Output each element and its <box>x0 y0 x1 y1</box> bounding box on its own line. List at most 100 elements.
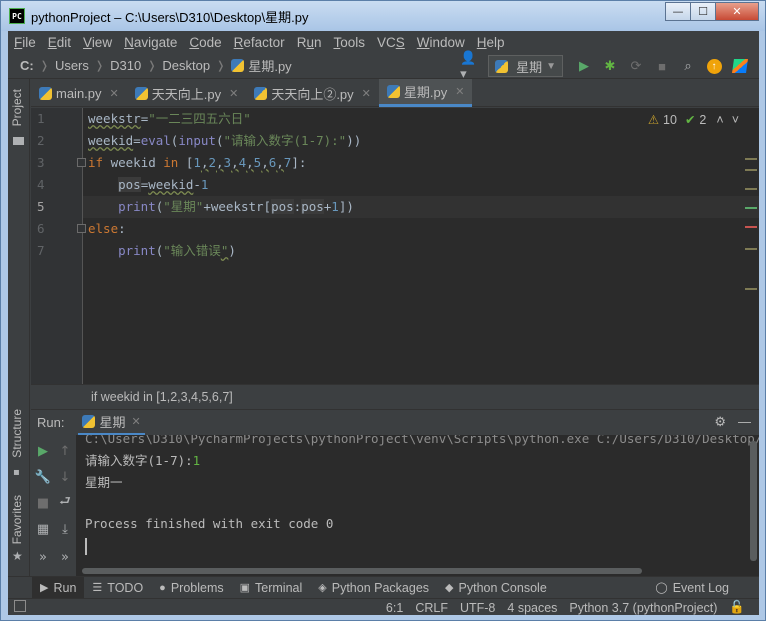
jetbrains-toolbox-icon[interactable] <box>729 55 751 77</box>
update-icon[interactable]: ↑ <box>703 55 725 77</box>
tool-tab-problems[interactable]: ● Problems <box>151 577 231 599</box>
tool-tab-event-log[interactable]: ◯ Event Log <box>647 577 737 599</box>
user-icon[interactable]: 👤▾ <box>460 50 482 81</box>
tab-xingqi-py[interactable]: 星期.py ✕ <box>378 79 473 107</box>
chevron-down-icon[interactable]: ˅ <box>732 113 739 127</box>
menu-file[interactable]: File <box>8 35 42 50</box>
favorites-tool-tab[interactable]: Favorites <box>10 495 24 544</box>
lock-icon[interactable]: 🔓 <box>729 600 745 615</box>
python-file-icon <box>134 86 148 100</box>
wrench-icon[interactable]: 🔧 <box>33 467 53 487</box>
inspection-widget[interactable]: ⚠ 10 ✔ 2 ˄ ˅ <box>644 112 739 128</box>
line-number-gutter[interactable]: 1 2 3 4 5 6 7 <box>31 108 86 384</box>
search-icon[interactable]: ⌕ <box>677 55 699 77</box>
python-interpreter[interactable]: Python 3.7 (pythonProject) <box>569 601 717 615</box>
line-number: 3 <box>37 155 45 170</box>
fold-marker-icon[interactable] <box>77 158 86 167</box>
tab-tiantian2-py[interactable]: 天天向上②.py ✕ <box>246 79 379 107</box>
status-items: 6:1 CRLF UTF-8 4 spaces Python 3.7 (pyth… <box>374 599 745 616</box>
caret-position[interactable]: 6:1 <box>386 601 403 615</box>
minimize-button[interactable]: — <box>665 2 691 21</box>
horizontal-scrollbar[interactable] <box>82 568 642 574</box>
file-encoding[interactable]: UTF-8 <box>460 601 495 615</box>
change-mark[interactable] <box>745 207 757 209</box>
rerun-icon[interactable]: ▶ <box>33 441 53 461</box>
python-icon <box>495 59 509 73</box>
menu-view[interactable]: View <box>77 35 118 50</box>
maximize-button[interactable]: ☐ <box>690 2 716 21</box>
run-configuration-selector[interactable]: 星期 ▼ <box>488 55 563 77</box>
menu-navigate[interactable]: Navigate <box>118 35 183 50</box>
run-console[interactable]: C:\Users\D310\PycharmProjects\pythonProj… <box>76 435 759 576</box>
tool-tab-python-console[interactable]: ◆ Python Console <box>437 577 555 599</box>
crumb-label: Users <box>54 58 89 73</box>
arrow-up-icon[interactable]: ↑ <box>55 441 75 461</box>
ide-window: File Edit View Navigate Code Refactor Run Tools… <box>8 31 759 615</box>
coverage-icon[interactable]: ⟳ <box>625 55 647 77</box>
menu-tools[interactable]: Tools <box>327 35 371 50</box>
code-line-1: weekstr="一二三四五六日" <box>88 111 251 126</box>
menu-window[interactable]: Window <box>411 35 471 50</box>
warning-mark[interactable] <box>745 248 757 250</box>
menu-vcs[interactable]: VCS <box>371 35 411 50</box>
tool-tab-label: Python Packages <box>331 580 430 595</box>
tool-tab-terminal[interactable]: ▣ Terminal <box>232 577 311 599</box>
pin-icon[interactable]: » <box>33 547 53 567</box>
crumb-file[interactable]: 星期.py <box>231 56 292 75</box>
code-line-4: pos=weekid-1 <box>118 177 209 192</box>
warning-mark[interactable] <box>745 158 757 160</box>
tab-tiantian-py[interactable]: 天天向上.py ✕ <box>127 79 247 107</box>
menu-help[interactable]: Help <box>471 35 511 50</box>
terminal-icon: ▣ <box>239 582 251 594</box>
close-tab-icon[interactable]: ✕ <box>362 87 371 100</box>
close-tab-icon[interactable]: ✕ <box>131 415 140 428</box>
indent-setting[interactable]: 4 spaces <box>507 601 557 615</box>
run-toolbar: ▶ ↑ 🔧 ↓ ■ ⮐ ▦ ⤓ » » <box>31 435 75 576</box>
soft-wrap-icon[interactable]: ⮐ <box>55 493 75 513</box>
debug-icon[interactable]: ✱ <box>599 55 621 77</box>
close-tab-icon[interactable]: ✕ <box>455 85 464 98</box>
run-tab-xingqi[interactable]: 星期 ✕ <box>78 410 145 436</box>
structure-tool-tab[interactable]: Structure <box>10 409 24 458</box>
project-tool-tab[interactable]: Project <box>10 89 24 126</box>
title-bar[interactable]: PC pythonProject – C:\Users\D310\Desktop… <box>1 1 765 31</box>
crumb-desktop[interactable]: Desktop <box>162 58 210 73</box>
code-editor[interactable]: 1 2 3 4 5 6 7 weekstr="一二三四五六日" weekid=e… <box>31 108 759 384</box>
crumb-d310[interactable]: D310 <box>110 58 141 73</box>
toggle-tool-windows-icon[interactable] <box>14 600 26 612</box>
more-icon[interactable]: » <box>55 547 75 567</box>
crumb-users[interactable]: Users <box>55 58 89 73</box>
warning-mark[interactable] <box>745 169 757 171</box>
crumb-drive[interactable]: C: <box>20 58 34 73</box>
line-separator[interactable]: CRLF <box>415 601 448 615</box>
tab-main-py[interactable]: main.py ✕ <box>31 79 127 107</box>
chevron-up-icon[interactable]: ˄ <box>716 113 723 127</box>
error-stripe[interactable] <box>745 108 759 384</box>
menu-edit[interactable]: Edit <box>42 35 77 50</box>
gear-icon[interactable]: ⚙ <box>714 414 726 430</box>
warning-mark[interactable] <box>745 288 757 290</box>
menu-run[interactable]: Run <box>291 35 328 50</box>
warning-mark[interactable] <box>745 188 757 190</box>
menu-code[interactable]: Code <box>183 35 227 50</box>
close-tab-icon[interactable]: ✕ <box>110 87 119 100</box>
tool-tab-python-packages[interactable]: ◈ Python Packages <box>310 577 437 599</box>
menu-refactor[interactable]: Refactor <box>228 35 291 50</box>
stop-icon[interactable]: ■ <box>33 493 53 513</box>
close-tab-icon[interactable]: ✕ <box>229 87 238 100</box>
layout-icon[interactable]: ▦ <box>33 519 53 539</box>
crumb-label: Desktop <box>162 58 211 73</box>
change-mark[interactable] <box>745 226 757 228</box>
tool-tab-todo[interactable]: ☰ TODO <box>84 577 151 599</box>
close-button[interactable]: ✕ <box>715 2 759 21</box>
stop-icon[interactable]: ■ <box>651 55 673 77</box>
arrow-down-icon[interactable]: ↓ <box>55 467 75 487</box>
code-breadcrumb[interactable]: if weekid in [1,2,3,4,5,6,7] <box>31 384 759 408</box>
fold-marker-icon[interactable] <box>77 224 86 233</box>
packages-icon: ◈ <box>318 582 327 594</box>
run-icon[interactable]: ▶ <box>573 55 595 77</box>
scroll-to-end-icon[interactable]: ⤓ <box>55 519 75 539</box>
minimize-panel-icon[interactable]: — <box>738 414 751 430</box>
tool-tab-run[interactable]: ▶ Run <box>32 576 85 599</box>
vertical-scrollbar[interactable] <box>750 441 757 561</box>
